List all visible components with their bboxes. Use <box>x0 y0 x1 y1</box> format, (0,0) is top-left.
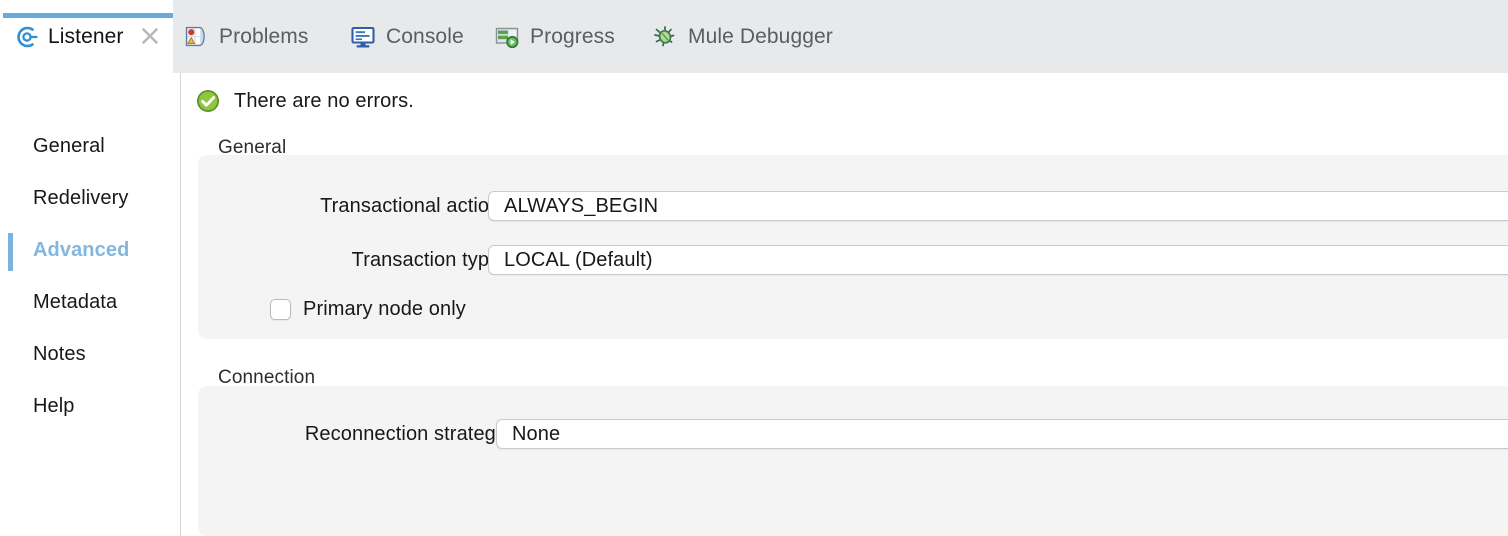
sidebar-item-metadata-label: Metadata <box>33 290 118 313</box>
tab-problems[interactable]: Problems <box>183 0 309 73</box>
progress-icon <box>494 24 520 50</box>
sidebar-item-notes-label: Notes <box>33 342 86 365</box>
sidebar-item-redelivery-label: Redelivery <box>33 186 129 209</box>
tab-mule-debugger-label: Mule Debugger <box>688 24 833 48</box>
sidebar-item-help[interactable]: Help <box>0 387 180 425</box>
reconnection-strategy-value: None <box>512 422 561 445</box>
bug-icon <box>652 24 678 50</box>
validation-status: There are no errors. <box>196 89 414 113</box>
sidebar-item-metadata[interactable]: Metadata <box>0 283 180 321</box>
transaction-type-label: Transaction type: <box>351 249 506 271</box>
transaction-type-value: LOCAL (Default) <box>504 248 653 271</box>
transactional-action-row: Transactional action: <box>238 195 506 218</box>
tab-progress[interactable]: Progress <box>494 0 615 73</box>
mule-listener-properties-window: Listener Problems Console Progress Mule … <box>0 0 1508 536</box>
selected-nav-marker <box>8 233 13 271</box>
body-area: General Redelivery Advanced Metadata Not… <box>0 73 1508 536</box>
primary-node-only-label[interactable]: Primary node only <box>303 298 466 321</box>
tab-listener[interactable]: Listener <box>0 0 173 73</box>
reconnection-strategy-select[interactable]: None <box>496 419 1508 449</box>
reconnection-strategy-row: Reconnection strategy <box>234 423 506 446</box>
mule-listener-icon <box>14 24 40 50</box>
tab-listener-label: Listener <box>48 24 124 48</box>
tab-bar: Listener Problems Console Progress Mule … <box>0 0 1508 73</box>
tab-progress-label: Progress <box>530 24 615 48</box>
reconnection-strategy-label: Reconnection strategy <box>304 423 506 445</box>
sidebar-item-advanced-label: Advanced <box>33 238 130 261</box>
transactional-action-value: ALWAYS_BEGIN <box>504 194 659 217</box>
sidebar-item-general-label: General <box>33 134 105 157</box>
active-tab-accent-bar <box>3 13 173 18</box>
tab-problems-label: Problems <box>219 24 309 48</box>
transactional-action-label: Transactional action: <box>320 195 506 217</box>
console-icon <box>350 24 376 50</box>
advanced-settings-pane: There are no errors. General Transaction… <box>181 73 1508 536</box>
close-icon[interactable] <box>140 26 160 46</box>
problems-icon <box>183 24 209 50</box>
primary-node-only-row: Primary node only <box>270 298 466 321</box>
sidebar-item-redelivery[interactable]: Redelivery <box>0 179 180 217</box>
tab-console[interactable]: Console <box>350 0 464 73</box>
sidebar-item-help-label: Help <box>33 394 75 417</box>
tab-console-label: Console <box>386 24 464 48</box>
properties-sidebar: General Redelivery Advanced Metadata Not… <box>0 73 181 536</box>
success-check-icon <box>196 89 220 113</box>
primary-node-only-checkbox[interactable] <box>270 299 291 320</box>
sidebar-item-general[interactable]: General <box>0 127 180 165</box>
transaction-type-row: Transaction type: <box>238 249 506 272</box>
transaction-type-select[interactable]: LOCAL (Default) <box>488 245 1508 275</box>
sidebar-item-notes[interactable]: Notes <box>0 335 180 373</box>
connection-group-box: Reconnection strategy None <box>198 386 1508 536</box>
transactional-action-select[interactable]: ALWAYS_BEGIN <box>488 191 1508 221</box>
sidebar-item-advanced[interactable]: Advanced <box>0 231 180 271</box>
general-group-box: Transactional action: ALWAYS_BEGIN Trans… <box>198 155 1508 339</box>
tab-mule-debugger[interactable]: Mule Debugger <box>652 0 833 73</box>
validation-status-text: There are no errors. <box>234 89 414 112</box>
